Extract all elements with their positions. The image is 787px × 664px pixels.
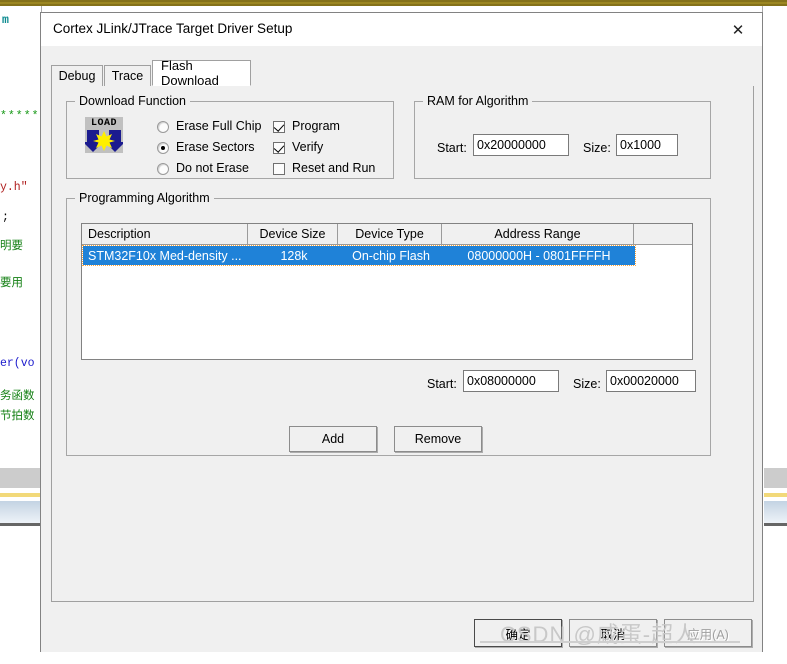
apply-button[interactable]: 应用(A)	[664, 619, 752, 647]
cancel-button[interactable]: 取消	[569, 619, 657, 647]
output-pane-row-left	[0, 501, 41, 523]
programming-algorithm-group: Programming Algorithm Description Device…	[66, 191, 711, 456]
code-fragment: ******	[0, 110, 44, 123]
close-icon: ✕	[731, 21, 745, 39]
cell-device-size: 128k	[280, 248, 308, 263]
tab-debug-label: Debug	[58, 69, 96, 83]
output-pane-divider-left	[0, 523, 41, 526]
cell-address-range: 08000000H - 0801FFFFH	[467, 248, 611, 263]
flash-size-input[interactable]: 0x00020000	[606, 370, 696, 392]
cell-device-type: On-chip Flash	[352, 248, 430, 263]
checkbox-verify-indicator	[273, 142, 285, 154]
load-icon-graphic	[85, 130, 123, 152]
column-header-address-range[interactable]: Address Range	[442, 224, 634, 244]
close-button[interactable]: ✕	[718, 17, 758, 43]
flash-start-label: Start:	[427, 377, 457, 391]
ram-for-algorithm-title: RAM for Algorithm	[423, 94, 533, 108]
output-pane-header-left	[0, 468, 41, 488]
cancel-button-label: 取消	[600, 627, 626, 642]
table-row[interactable]: STM32F10x Med-density ... 128k On-chip F…	[82, 245, 636, 266]
tab-flash-download-label: Flash Download	[161, 58, 219, 88]
dialog-body: Debug Trace Flash Download Download Func…	[41, 46, 762, 613]
tab-trace[interactable]: Trace	[104, 65, 151, 86]
dialog-title: Cortex JLink/JTrace Target Driver Setup	[53, 21, 293, 36]
checkbox-program-label: Program	[292, 119, 340, 133]
code-fragment: ;	[2, 211, 9, 224]
code-fragment: 要用	[0, 277, 23, 290]
tab-flash-download[interactable]: Flash Download	[152, 58, 251, 88]
dialog-footer: 确定 取消 应用(A)	[41, 613, 762, 652]
load-icon-label: LOAD	[90, 118, 117, 129]
apply-button-label: 应用(A)	[687, 627, 729, 642]
table-header-row: Description Device Size Device Type Addr…	[82, 224, 692, 245]
checkbox-reset-and-run-indicator	[273, 163, 285, 175]
target-driver-setup-dialog: Cortex JLink/JTrace Target Driver Setup …	[40, 12, 763, 652]
code-fragment: m	[2, 14, 9, 27]
column-header-device-size[interactable]: Device Size	[248, 224, 338, 244]
column-header-description[interactable]: Description	[82, 224, 248, 244]
radio-erase-full-chip-indicator	[157, 121, 169, 133]
top-toolbar-strip	[0, 0, 787, 6]
ram-start-label: Start:	[437, 141, 467, 155]
tab-debug[interactable]: Debug	[51, 65, 103, 86]
add-button[interactable]: Add	[289, 426, 377, 452]
checkbox-reset-and-run-label: Reset and Run	[292, 161, 376, 175]
checkbox-program-indicator	[273, 121, 285, 133]
radio-erase-full-chip-label: Erase Full Chip	[176, 119, 262, 133]
ram-start-input[interactable]: 0x20000000	[473, 134, 569, 156]
radio-do-not-erase-indicator	[157, 163, 169, 175]
output-pane-divider-right	[764, 523, 787, 526]
ram-for-algorithm-group: RAM for Algorithm Start: 0x20000000 Size…	[414, 94, 711, 179]
download-function-title: Download Function	[75, 94, 191, 108]
ok-button[interactable]: 确定	[474, 619, 562, 647]
output-pane-row-right	[764, 501, 787, 523]
code-fragment: 节拍数	[0, 410, 35, 423]
cell-description: STM32F10x Med-density ...	[88, 248, 242, 263]
programming-algorithm-title: Programming Algorithm	[75, 191, 214, 205]
code-fragment: er(vo	[0, 357, 35, 370]
ram-size-label: Size:	[583, 141, 611, 155]
flash-start-input[interactable]: 0x08000000	[463, 370, 559, 392]
output-pane-header-right	[764, 468, 787, 488]
download-function-group: Download Function LOAD Erase Full Chip E	[66, 94, 394, 179]
ok-button-label: 确定	[505, 627, 531, 642]
add-button-label: Add	[321, 432, 345, 446]
radio-erase-sectors-indicator	[157, 142, 169, 154]
remove-button[interactable]: Remove	[394, 426, 482, 452]
top-toolbar-strip-inner	[0, 2, 787, 4]
code-fragment: 务函数	[0, 390, 35, 403]
radio-do-not-erase-label: Do not Erase	[176, 161, 249, 175]
ram-size-input[interactable]: 0x1000	[616, 134, 678, 156]
radio-erase-sectors-label: Erase Sectors	[176, 140, 255, 154]
column-header-device-type[interactable]: Device Type	[338, 224, 442, 244]
flash-size-label: Size:	[573, 377, 601, 391]
dialog-title-bar: Cortex JLink/JTrace Target Driver Setup …	[41, 13, 762, 46]
flash-download-tab-page: Download Function LOAD Erase Full Chip E	[51, 86, 754, 602]
code-fragment: y.h"	[0, 181, 28, 194]
remove-button-label: Remove	[414, 432, 462, 446]
code-editor-pane[interactable]: m ****** y.h" ; 明要 要用 er(vo 务函数 节拍数	[0, 6, 44, 468]
programming-algorithm-table[interactable]: Description Device Size Device Type Addr…	[81, 223, 693, 360]
load-icon: LOAD	[85, 117, 123, 153]
tab-trace-label: Trace	[111, 69, 144, 83]
column-header-spacer[interactable]	[634, 224, 692, 244]
code-fragment: 明要	[0, 240, 23, 253]
checkbox-verify-label: Verify	[292, 140, 324, 154]
